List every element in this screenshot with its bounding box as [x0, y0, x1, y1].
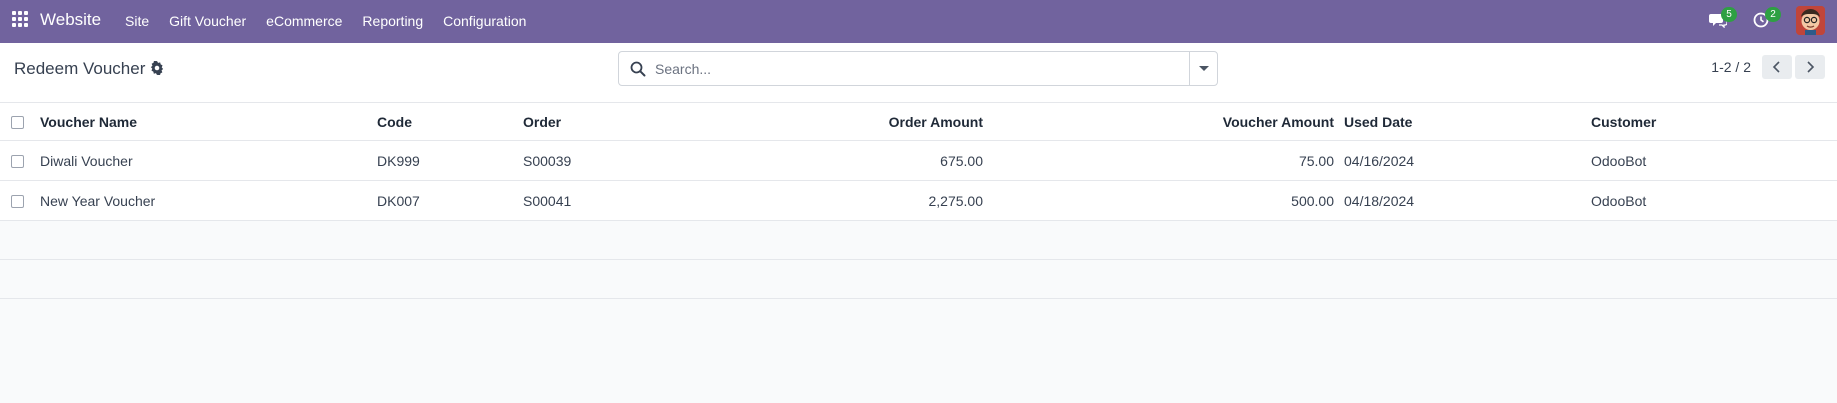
gear-icon[interactable]	[150, 61, 164, 75]
top-navbar: Website Site Gift Voucher eCommerce Repo…	[0, 0, 1837, 43]
activities-button[interactable]: 2	[1753, 7, 1781, 32]
control-panel: Redeem Voucher 1-2 / 2	[0, 43, 1837, 103]
chevron-left-icon	[1772, 61, 1780, 73]
main-menu: Site Gift Voucher eCommerce Reporting Co…	[115, 0, 536, 43]
column-header-voucher-name[interactable]: Voucher Name	[40, 103, 370, 140]
select-all-checkbox[interactable]	[11, 115, 24, 129]
search-options-toggle[interactable]	[1189, 52, 1217, 85]
column-header-customer[interactable]: Customer	[1591, 103, 1831, 140]
pager-next-button[interactable]	[1795, 55, 1825, 79]
menu-item-gift-voucher[interactable]: Gift Voucher	[159, 0, 256, 43]
messages-button[interactable]: 5	[1709, 7, 1737, 32]
pager-previous-button[interactable]	[1762, 55, 1792, 79]
column-header-order-amount[interactable]: Order Amount	[760, 103, 983, 140]
column-header-used-date[interactable]: Used Date	[1344, 103, 1584, 140]
row-checkbox[interactable]	[11, 194, 24, 208]
cell-code: DK999	[377, 152, 420, 169]
apps-menu-icon[interactable]	[12, 11, 30, 29]
cell-code: DK007	[377, 192, 420, 209]
cell-voucher-amount: 75.00	[1298, 152, 1334, 169]
app-brand[interactable]: Website	[40, 10, 101, 30]
menu-item-ecommerce[interactable]: eCommerce	[256, 0, 352, 43]
pager: 1-2 / 2	[1711, 55, 1825, 79]
table-row[interactable]: Diwali Voucher DK999 S00039 675.00 75.00…	[0, 141, 1837, 181]
search-input[interactable]	[655, 53, 1175, 84]
activities-badge: 2	[1765, 7, 1781, 22]
menu-item-site[interactable]: Site	[115, 0, 159, 43]
row-checkbox[interactable]	[11, 154, 24, 168]
user-avatar[interactable]	[1796, 6, 1825, 35]
pager-value[interactable]: 1-2 / 2	[1711, 59, 1751, 75]
cell-customer: OdooBot	[1591, 192, 1647, 209]
table-row[interactable]: New Year Voucher DK007 S00041 2,275.00 5…	[0, 181, 1837, 221]
cell-used-date: 04/18/2024	[1344, 192, 1415, 209]
cell-used-date: 04/16/2024	[1344, 152, 1415, 169]
cell-order-amount: 675.00	[940, 152, 983, 169]
cell-voucher-name: New Year Voucher	[40, 192, 156, 209]
messages-badge: 5	[1721, 7, 1737, 22]
empty-row	[0, 260, 1837, 299]
search-bar	[618, 51, 1218, 86]
table-header: Voucher Name Code Order Order Amount Vou…	[0, 103, 1837, 141]
page-title: Redeem Voucher	[14, 59, 146, 78]
cell-customer: OdooBot	[1591, 152, 1647, 169]
column-header-code[interactable]: Code	[377, 103, 517, 140]
menu-item-configuration[interactable]: Configuration	[433, 0, 536, 43]
column-header-voucher-amount[interactable]: Voucher Amount	[1000, 103, 1334, 140]
cell-voucher-name: Diwali Voucher	[40, 152, 133, 169]
menu-item-reporting[interactable]: Reporting	[352, 0, 433, 43]
cell-order-amount: 2,275.00	[928, 192, 984, 209]
chevron-right-icon	[1807, 61, 1815, 73]
search-icon	[630, 61, 646, 77]
cell-voucher-amount: 500.00	[1291, 192, 1334, 209]
empty-row	[0, 221, 1837, 260]
voucher-list: Voucher Name Code Order Order Amount Vou…	[0, 103, 1837, 299]
